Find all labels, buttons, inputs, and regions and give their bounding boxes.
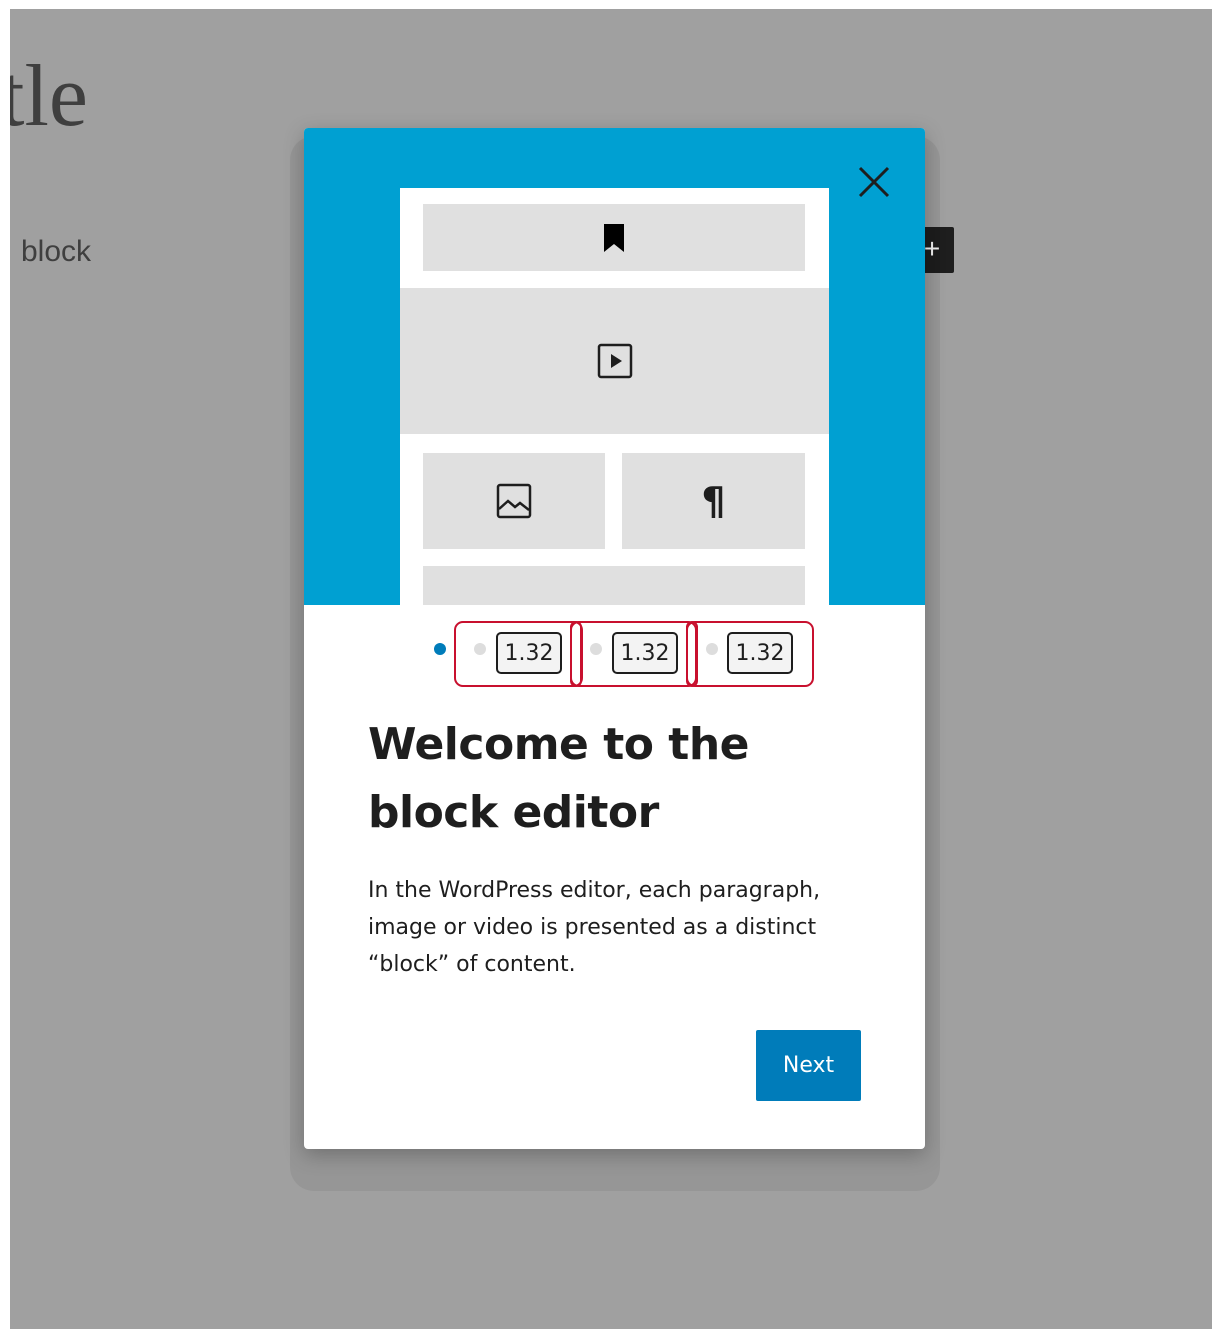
post-title: tle xyxy=(10,48,88,145)
page-dot-1[interactable] xyxy=(434,643,446,655)
guide-heading: Welcome to the block editor xyxy=(368,719,750,838)
illustration-block xyxy=(423,204,805,271)
block-placeholder: block xyxy=(21,235,92,268)
illustration-block xyxy=(423,566,805,605)
video-play-icon xyxy=(597,343,632,379)
size-ratio-label: 1.32 xyxy=(612,632,678,674)
illustration-block: ¶ xyxy=(622,453,805,549)
page-dot-4[interactable] xyxy=(706,643,718,655)
page-dot-2[interactable] xyxy=(474,643,486,655)
highlight-outline xyxy=(570,621,582,687)
size-ratio-label: 1.32 xyxy=(727,632,793,674)
close-icon xyxy=(858,166,890,198)
page-dot-3[interactable] xyxy=(590,643,602,655)
illustration-block xyxy=(423,453,605,549)
page-indicator: 1.32 1.32 1.32 xyxy=(304,618,925,688)
guide-body-text: In the WordPress editor, each paragraph,… xyxy=(368,878,821,977)
size-ratio-label: 1.32 xyxy=(496,632,562,674)
bookmark-icon xyxy=(604,223,624,252)
paragraph-icon: ¶ xyxy=(701,479,726,523)
close-button[interactable] xyxy=(852,160,896,204)
illustration-block xyxy=(400,288,829,434)
highlight-outline xyxy=(686,621,698,687)
image-icon xyxy=(496,483,532,519)
guide-illustration: ¶ xyxy=(304,128,925,605)
next-button[interactable]: Next xyxy=(756,1030,861,1101)
editor-illustration-frame: ¶ xyxy=(400,188,829,605)
welcome-guide-modal: ¶ 1.32 1.32 1.32 Welcome to the block ed… xyxy=(304,128,925,1149)
